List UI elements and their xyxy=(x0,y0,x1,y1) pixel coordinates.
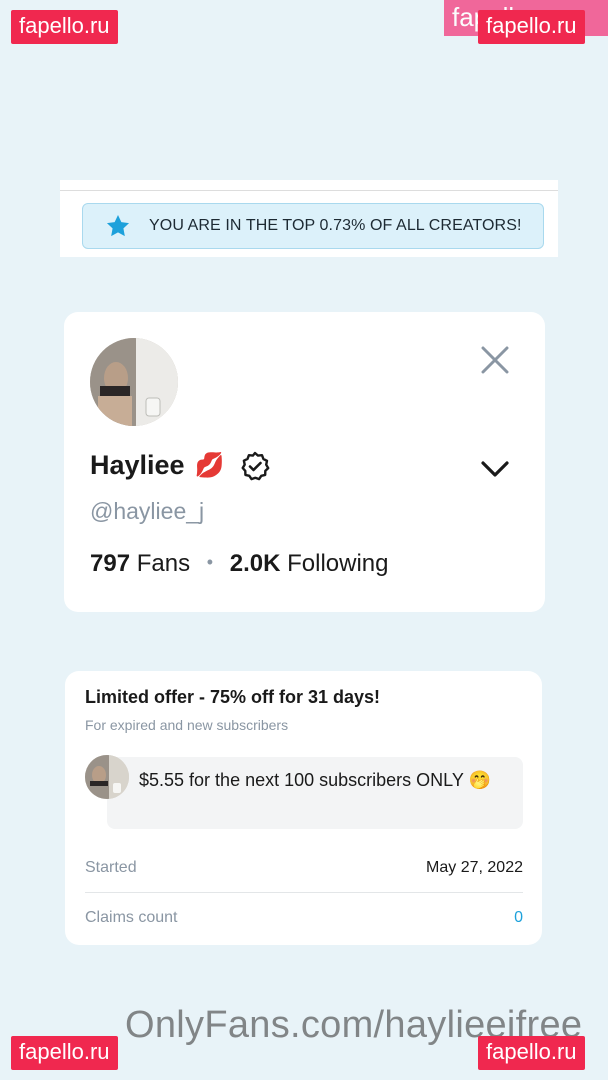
profile-name: Hayliee xyxy=(90,450,185,480)
avatar[interactable] xyxy=(90,338,178,426)
offer-message: $5.55 for the next 100 subscribers ONLY … xyxy=(139,770,491,790)
claims-label: Claims count xyxy=(85,909,178,926)
offer-card: Limited offer - 75% off for 31 days! For… xyxy=(65,671,542,945)
offer-message-bubble: $5.55 for the next 100 subscribers ONLY … xyxy=(107,757,523,829)
profile-card: Hayliee 💋 @hayliee_j 797 Fans • 2.0K Fol… xyxy=(64,312,545,612)
offer-subtitle: For expired and new subscribers xyxy=(85,717,289,733)
watermark-top-left: fapello.ru xyxy=(11,10,118,44)
offer-title: Limited offer - 75% off for 31 days! xyxy=(85,687,381,707)
message-avatar xyxy=(85,755,129,799)
watermark-top-right: fapello.ru xyxy=(478,10,585,44)
star-icon xyxy=(105,213,131,239)
following-count: 2.0K xyxy=(229,550,281,577)
banner-text: YOU ARE IN THE TOP 0.73% OF ALL CREATORS… xyxy=(149,217,522,234)
divider xyxy=(85,892,523,893)
started-row: Started May 27, 2022 xyxy=(85,859,523,877)
separator-dot: • xyxy=(206,552,214,572)
started-label: Started xyxy=(85,859,137,876)
claims-value[interactable]: 0 xyxy=(514,909,523,927)
profile-stats: 797 Fans • 2.0K Following xyxy=(90,550,389,578)
watermark-bottom-right: fapello.ru xyxy=(478,1036,585,1070)
name-row: Hayliee 💋 xyxy=(90,450,270,481)
top-creators-banner: YOU ARE IN THE TOP 0.73% OF ALL CREATORS… xyxy=(82,203,544,249)
fans-count: 797 xyxy=(90,550,131,577)
close-icon[interactable] xyxy=(479,344,511,376)
kiss-emoji: 💋 xyxy=(194,452,225,479)
fans-label: Fans xyxy=(136,550,191,577)
started-value: May 27, 2022 xyxy=(426,859,523,876)
divider xyxy=(60,190,558,191)
watermark-bottom-left: fapello.ru xyxy=(11,1036,118,1070)
top-strip: YOU ARE IN THE TOP 0.73% OF ALL CREATORS… xyxy=(60,180,558,257)
following-label: Following xyxy=(287,550,389,577)
claims-row: Claims count 0 xyxy=(85,909,523,927)
verified-badge-icon xyxy=(240,451,270,481)
profile-handle[interactable]: @hayliee_j xyxy=(90,498,204,525)
chevron-down-icon[interactable] xyxy=(478,454,512,484)
